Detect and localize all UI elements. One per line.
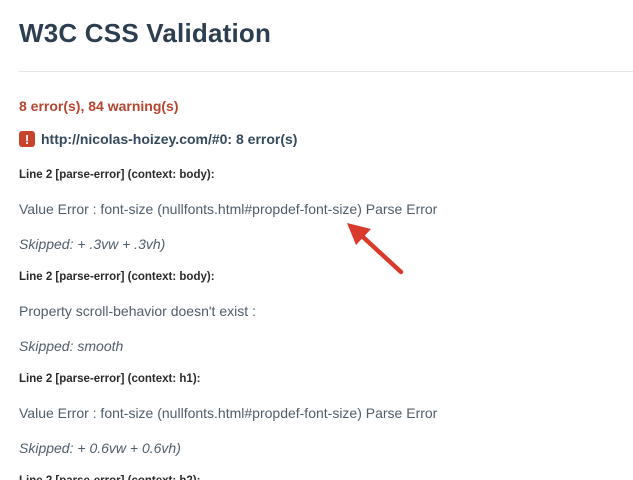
- page-title: W3C CSS Validation: [19, 18, 272, 48]
- error-heading: Line 2 [parse-error] (context: body):: [19, 271, 215, 283]
- validation-summary: 8 error(s), 84 warning(s): [19, 98, 179, 114]
- error-message: Property scroll-behavior doesn't exist :: [19, 303, 256, 319]
- error-heading: Line 2 [parse-error] (context: h2):: [19, 466, 633, 480]
- error-message: Value Error : font-size (nullfonts.html#…: [19, 201, 438, 217]
- exclamation-icon: !: [19, 131, 35, 147]
- validated-url-line: ! http://nicolas-hoizey.com/#0: 8 error(…: [19, 131, 297, 147]
- error-item: Line 2 [parse-error] (context: body): Pr…: [19, 262, 633, 364]
- title-divider: [19, 71, 633, 72]
- error-skipped: Skipped: smooth: [19, 338, 124, 354]
- errors-list: Line 2 [parse-error] (context: body): Va…: [19, 160, 633, 480]
- error-message: Value Error : font-size (nullfonts.html#…: [19, 405, 438, 421]
- error-skipped: Skipped: + 0.6vw + 0.6vh): [19, 440, 181, 456]
- error-item: Line 2 [parse-error] (context: body): Va…: [19, 160, 633, 262]
- error-heading: Line 2 [parse-error] (context: h1):: [19, 373, 201, 385]
- validated-url-link[interactable]: http://nicolas-hoizey.com/#0: 8 error(s): [41, 131, 297, 147]
- error-item: Line 2 [parse-error] (context: h2):: [19, 466, 633, 480]
- error-skipped: Skipped: + .3vw + .3vh): [19, 236, 166, 252]
- error-item: Line 2 [parse-error] (context: h1): Valu…: [19, 364, 633, 466]
- error-heading: Line 2 [parse-error] (context: body):: [19, 169, 215, 181]
